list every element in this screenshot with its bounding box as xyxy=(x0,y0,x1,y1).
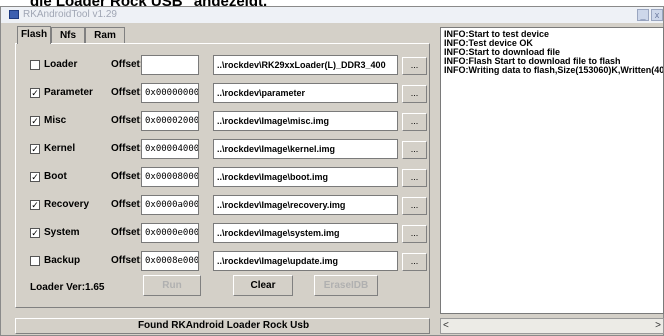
scroll-left-icon[interactable]: < xyxy=(443,320,449,332)
rkandroidtool-window: RKAndroidTool v1.29 _ x Flash Nfs Ram Lo… xyxy=(0,6,664,336)
backup-checkbox[interactable] xyxy=(30,256,40,266)
system-browse-button[interactable]: ... xyxy=(402,225,427,243)
title-bar: RKAndroidTool v1.29 _ x xyxy=(1,7,663,23)
kernel-checkbox[interactable]: ✓ xyxy=(30,144,40,154)
parameter-browse-button[interactable]: ... xyxy=(402,85,427,103)
status-text: Found RKAndroid Loader Rock Usb xyxy=(137,320,310,331)
system-checkbox[interactable]: ✓ xyxy=(30,228,40,238)
recovery-offset-field[interactable]: 0x0000a000 xyxy=(141,195,199,215)
recovery-checkbox[interactable]: ✓ xyxy=(30,200,40,210)
row-label: Misc xyxy=(44,115,67,126)
misc-path-field[interactable]: ..\rockdev\Image\misc.img xyxy=(213,111,398,131)
kernel-browse-button[interactable]: ... xyxy=(402,141,427,159)
row-system: ✓ System Offset: 0x0000e000 ..\rockdev\I… xyxy=(16,222,431,244)
kernel-offset-field[interactable]: 0x00004000 xyxy=(141,139,199,159)
boot-path-field[interactable]: ..\rockdev\Image\boot.img xyxy=(213,167,398,187)
misc-browse-button[interactable]: ... xyxy=(402,113,427,131)
tab-nfs[interactable]: Nfs xyxy=(51,27,85,43)
backup-browse-button[interactable]: ... xyxy=(402,253,427,271)
boot-offset-field[interactable]: 0x00008000 xyxy=(141,167,199,187)
scroll-right-icon[interactable]: > xyxy=(655,320,661,332)
row-label: Recovery xyxy=(44,199,90,210)
row-label: Kernel xyxy=(44,143,76,154)
offset-label: Offset: xyxy=(111,87,144,98)
row-boot: ✓ Boot Offset: 0x00008000 ..\rockdev\Ima… xyxy=(16,166,431,188)
tab-flash[interactable]: Flash xyxy=(17,26,51,44)
misc-offset-field[interactable]: 0x00002000 xyxy=(141,111,199,131)
tab-ram[interactable]: Ram xyxy=(85,27,125,43)
erase-idb-button[interactable]: EraseIDB xyxy=(314,275,378,296)
parameter-checkbox[interactable]: ✓ xyxy=(30,88,40,98)
misc-checkbox[interactable]: ✓ xyxy=(30,116,40,126)
app-icon xyxy=(9,10,19,19)
boot-browse-button[interactable]: ... xyxy=(402,169,427,187)
offset-label: Offset: xyxy=(111,59,144,70)
flash-panel: Loader Offset: ..\rockdev\RK29xxLoader(L… xyxy=(15,43,430,308)
offset-label: Offset: xyxy=(111,115,144,126)
row-loader: Loader Offset: ..\rockdev\RK29xxLoader(L… xyxy=(16,54,431,76)
row-label: Parameter xyxy=(44,87,93,98)
parameter-offset-field[interactable]: 0x00000000 xyxy=(141,83,199,103)
backup-offset-field[interactable]: 0x0008e000 xyxy=(141,251,199,271)
row-misc: ✓ Misc Offset: 0x00002000 ..\rockdev\Ima… xyxy=(16,110,431,132)
boot-checkbox[interactable]: ✓ xyxy=(30,172,40,182)
offset-label: Offset: xyxy=(111,227,144,238)
row-label: System xyxy=(44,227,80,238)
log-textbox[interactable]: INFO:Start to test device INFO:Test devi… xyxy=(440,27,664,314)
log-horizontal-scrollbar[interactable]: < > xyxy=(440,318,664,334)
clear-button[interactable]: Clear xyxy=(233,275,293,296)
offset-label: Offset: xyxy=(111,255,144,266)
backup-path-field[interactable]: ..\rockdev\Image\update.img xyxy=(213,251,398,271)
close-icon[interactable]: x xyxy=(651,9,663,21)
row-kernel: ✓ Kernel Offset: 0x00004000 ..\rockdev\I… xyxy=(16,138,431,160)
system-path-field[interactable]: ..\rockdev\Image\system.img xyxy=(213,223,398,243)
recovery-path-field[interactable]: ..\rockdev\Image\recovery.img xyxy=(213,195,398,215)
row-label: Loader xyxy=(44,59,78,70)
row-backup: Backup Offset: 0x0008e000 ..\rockdev\Ima… xyxy=(16,250,431,272)
row-parameter: ✓ Parameter Offset: 0x00000000 ..\rockde… xyxy=(16,82,431,104)
status-bar: Found RKAndroid Loader Rock Usb xyxy=(15,318,430,334)
recovery-browse-button[interactable]: ... xyxy=(402,197,427,215)
log-line: INFO:Writing data to flash,Size(153060)K… xyxy=(444,65,664,75)
loader-version-label: Loader Ver:1.65 xyxy=(30,282,105,293)
row-recovery: ✓ Recovery Offset: 0x0000a000 ..\rockdev… xyxy=(16,194,431,216)
offset-label: Offset: xyxy=(111,199,144,210)
system-offset-field[interactable]: 0x0000e000 xyxy=(141,223,199,243)
window-title: RKAndroidTool v1.29 xyxy=(23,9,117,20)
row-label: Boot xyxy=(44,171,67,182)
loader-offset-field[interactable] xyxy=(141,55,199,75)
parameter-path-field[interactable]: ..\rockdev\parameter xyxy=(213,83,398,103)
loader-checkbox[interactable] xyxy=(30,60,40,70)
loader-browse-button[interactable]: ... xyxy=(402,57,427,75)
loader-path-field[interactable]: ..\rockdev\RK29xxLoader(L)_DDR3_400 xyxy=(213,55,398,75)
run-button[interactable]: Run xyxy=(143,275,201,296)
row-label: Backup xyxy=(44,255,81,266)
offset-label: Offset: xyxy=(111,143,144,154)
kernel-path-field[interactable]: ..\rockdev\Image\kernel.img xyxy=(213,139,398,159)
minimize-icon[interactable]: _ xyxy=(637,9,649,21)
log-list: INFO:Start to test device INFO:Test devi… xyxy=(441,30,663,75)
offset-label: Offset: xyxy=(111,171,144,182)
